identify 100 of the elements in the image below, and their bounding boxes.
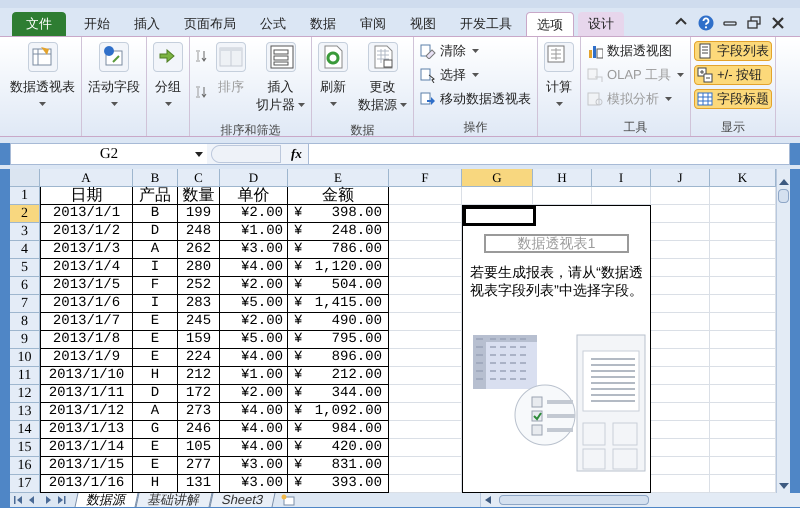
group-label: 显示 bbox=[721, 120, 746, 134]
table-cell-text: ¥ bbox=[294, 222, 302, 241]
ribbon-button[interactable]: 刷新 bbox=[315, 41, 351, 121]
scroll-up-icon[interactable] bbox=[778, 179, 788, 185]
scroll-down-icon[interactable] bbox=[778, 483, 788, 489]
column-header[interactable]: B bbox=[133, 169, 178, 187]
column-header[interactable]: C bbox=[178, 169, 220, 187]
ribbon-button[interactable]: +/- 按钮 bbox=[694, 65, 772, 85]
table-cell-text: 420.00 bbox=[332, 438, 382, 457]
restore-icon[interactable] bbox=[746, 15, 762, 31]
sheet-tab[interactable]: 基础讲解 bbox=[136, 493, 212, 507]
table-cell-text: 504.00 bbox=[332, 276, 382, 295]
ribbon-button[interactable]: 数据透视图 bbox=[584, 41, 688, 61]
pivot-table-placeholder[interactable]: 数据透视表1 若要生成报表，请从“数据透视表字段列表”中选择字段。 bbox=[462, 205, 651, 493]
ribbon-tab[interactable]: 开发工具 bbox=[450, 12, 522, 36]
row-header[interactable]: 12 bbox=[10, 385, 40, 403]
ribbon-tab[interactable]: 审阅 bbox=[350, 12, 396, 36]
ribbon-tab[interactable]: 开始 bbox=[74, 12, 120, 36]
column-header[interactable]: G bbox=[462, 169, 533, 187]
column-header[interactable]: A bbox=[40, 169, 133, 187]
ribbon-button[interactable]: 移动数据透视表 bbox=[417, 89, 534, 109]
horizontal-scrollbar[interactable] bbox=[480, 493, 800, 507]
row-header[interactable]: 15 bbox=[10, 439, 40, 457]
ribbon-tab[interactable]: 视图 bbox=[400, 12, 446, 36]
instruction-text: 若要生成报表，请从“数据透视表字段列表”中选择字段。 bbox=[469, 263, 644, 299]
row-header[interactable]: 4 bbox=[10, 241, 40, 259]
ribbon-button[interactable]: 清除 bbox=[417, 41, 534, 61]
row-header[interactable]: 8 bbox=[10, 313, 40, 331]
column-header[interactable]: K bbox=[710, 169, 776, 187]
ribbon-button[interactable]: 数据透视表 bbox=[7, 41, 78, 121]
help-icon[interactable] bbox=[698, 15, 714, 31]
ribbon-button[interactable]: 选择 bbox=[417, 65, 534, 85]
table-cell: ¥5.00 bbox=[220, 331, 288, 349]
table-cell: ¥2.00 bbox=[220, 313, 288, 331]
row-header[interactable]: 7 bbox=[10, 295, 40, 313]
empty-cell[interactable] bbox=[651, 187, 710, 205]
table-cell: A bbox=[133, 403, 178, 421]
column-header[interactable]: E bbox=[288, 169, 389, 187]
sheet-tab[interactable]: Sheet3 bbox=[210, 493, 276, 507]
table-cell-text: 344.00 bbox=[332, 384, 382, 403]
table-cell-text: 1,120.00 bbox=[314, 258, 382, 277]
column-header[interactable]: D bbox=[220, 169, 288, 187]
table-cell: 2013/1/7 bbox=[40, 313, 133, 331]
ribbon-tab[interactable]: 数据 bbox=[300, 12, 346, 36]
ribbon-tab[interactable]: 页面布局 bbox=[174, 12, 246, 36]
scroll-left-icon[interactable] bbox=[485, 496, 491, 504]
row-header[interactable]: 10 bbox=[10, 349, 40, 367]
row-header[interactable]: 3 bbox=[10, 223, 40, 241]
table-cell: D bbox=[133, 223, 178, 241]
row-header[interactable]: 9 bbox=[10, 331, 40, 349]
group-label: 操作 bbox=[464, 120, 488, 134]
column-header[interactable]: J bbox=[651, 169, 710, 187]
ribbon-button[interactable]: 字段列表 bbox=[694, 41, 772, 61]
table-cell-text: 795.00 bbox=[332, 330, 382, 349]
formula-input[interactable] bbox=[308, 144, 789, 164]
ribbon-button[interactable]: 计算 bbox=[541, 41, 577, 121]
dropdown-caret-icon[interactable] bbox=[195, 152, 203, 156]
table-cell: ¥2.00 bbox=[220, 277, 288, 295]
row-header[interactable]: 11 bbox=[10, 367, 40, 385]
empty-cell[interactable] bbox=[389, 187, 462, 205]
ribbon-button[interactable]: 分组 bbox=[150, 41, 186, 121]
select-all-corner[interactable] bbox=[10, 169, 40, 187]
ribbon-tab[interactable]: 插入 bbox=[124, 12, 170, 36]
close-icon[interactable] bbox=[770, 15, 786, 31]
row-header[interactable]: 1 bbox=[10, 187, 40, 205]
row-header[interactable]: 2 bbox=[10, 205, 40, 223]
dropdown-caret-icon bbox=[556, 102, 562, 106]
vertical-scrollbar[interactable] bbox=[776, 169, 790, 493]
column-title: 金额 bbox=[288, 187, 389, 205]
row-header[interactable]: 16 bbox=[10, 457, 40, 475]
dropdown-caret-icon bbox=[472, 49, 479, 53]
ribbon-tab[interactable]: 文件 bbox=[12, 12, 66, 36]
table-cell-text: ¥ bbox=[294, 240, 302, 259]
scroll-thumb[interactable] bbox=[499, 495, 649, 505]
ribbon-button[interactable]: 字段标题 bbox=[694, 89, 772, 109]
ribbon-button[interactable]: 活动字段 bbox=[85, 41, 143, 121]
row-header[interactable]: 6 bbox=[10, 277, 40, 295]
column-header[interactable]: H bbox=[533, 169, 592, 187]
eraser-icon bbox=[420, 43, 436, 59]
selected-cell[interactable] bbox=[463, 206, 536, 226]
ribbon-tab[interactable]: 设计 bbox=[578, 12, 624, 36]
cube-icon bbox=[587, 67, 603, 83]
row-header[interactable]: 17 bbox=[10, 475, 40, 493]
row-header[interactable]: 5 bbox=[10, 259, 40, 277]
ribbon-button[interactable]: 更改 数据源 bbox=[355, 41, 410, 121]
name-box[interactable]: G2 bbox=[11, 144, 207, 164]
table-cell: ¥4.00 bbox=[220, 259, 288, 277]
sheet-tab[interactable]: 数据源 bbox=[74, 493, 138, 507]
table-cell: 2013/1/6 bbox=[40, 295, 133, 313]
row-header[interactable]: 14 bbox=[10, 421, 40, 439]
column-header[interactable]: I bbox=[592, 169, 651, 187]
ribbon-tab[interactable]: 公式 bbox=[250, 12, 296, 36]
group-label: 工具 bbox=[624, 120, 648, 134]
row-header[interactable]: 13 bbox=[10, 403, 40, 421]
insert-function-button[interactable]: fx bbox=[291, 144, 302, 164]
column-header[interactable]: F bbox=[389, 169, 462, 187]
scroll-thumb[interactable] bbox=[778, 189, 789, 203]
table-cell: H bbox=[133, 367, 178, 385]
ribbon-button[interactable]: 插入 切片器 bbox=[253, 41, 308, 121]
ribbon-tab[interactable]: 选项 bbox=[526, 12, 574, 36]
